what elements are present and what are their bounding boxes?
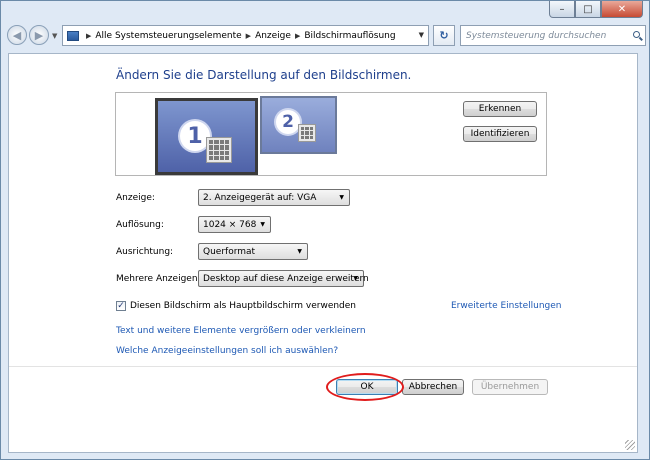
display-grid-icon (206, 137, 232, 163)
breadcrumb-separator-icon[interactable]: ▶ (295, 32, 300, 40)
resolution-label: Auflösung: (116, 220, 164, 230)
orientation-select-value: Querformat (203, 246, 256, 257)
caption-buttons: – □ ✕ (549, 1, 643, 19)
back-arrow-icon[interactable]: ◀ (7, 25, 27, 45)
primary-display-checkbox[interactable]: ✓ (116, 301, 126, 311)
monitor-number-badge: 2 (276, 110, 300, 134)
primary-display-option[interactable]: ✓ Diesen Bildschirm als Hauptbildschirm … (116, 301, 356, 311)
monitor-2[interactable]: 2 (260, 96, 337, 154)
chevron-down-icon: ▼ (260, 221, 265, 228)
main-panel: Ändern Sie die Darstellung auf den Bilds… (8, 53, 638, 453)
display-select[interactable]: 2. Anzeigegerät auf: VGA ▼ (198, 189, 350, 206)
minimize-button[interactable]: – (549, 1, 575, 18)
cancel-button[interactable]: Abbrechen (402, 379, 464, 395)
forward-arrow-icon[interactable]: ▶ (29, 25, 49, 45)
resolution-select[interactable]: 1024 × 768 ▼ (198, 216, 271, 233)
resize-grip[interactable] (625, 440, 635, 450)
detect-button[interactable]: Erkennen (463, 101, 537, 117)
breadcrumb-item[interactable]: Anzeige (255, 31, 291, 41)
navigation-bar: ◀ ▶ ▼ ▶ Alle Systemsteuerungselemente ▶ … (7, 23, 646, 49)
recent-pages-dropdown-icon[interactable]: ▼ (52, 32, 57, 40)
chevron-down-icon: ▼ (353, 275, 358, 282)
address-dropdown-icon[interactable]: ▼ (419, 31, 424, 39)
resolution-select-value: 1024 × 768 (203, 219, 257, 230)
address-bar[interactable]: ▶ Alle Systemsteuerungselemente ▶ Anzeig… (62, 25, 429, 46)
close-button[interactable]: ✕ (601, 1, 643, 18)
primary-display-checkbox-label[interactable]: Diesen Bildschirm als Hauptbildschirm ve… (130, 301, 356, 311)
text-size-link[interactable]: Text und weitere Elemente vergrößern ode… (116, 326, 366, 336)
multiple-displays-label: Mehrere Anzeigen: (116, 274, 201, 284)
control-panel-window: – □ ✕ ◀ ▶ ▼ ▶ Alle Systemsteuerungseleme… (0, 0, 650, 460)
maximize-button[interactable]: □ (575, 1, 601, 18)
breadcrumb-separator-icon[interactable]: ▶ (86, 32, 91, 40)
refresh-icon[interactable]: ↻ (433, 25, 455, 46)
divider (9, 366, 637, 367)
chevron-down-icon: ▼ (339, 194, 344, 201)
highlight-circle (326, 373, 404, 401)
display-settings-help-link[interactable]: Welche Anzeigeeinstellungen soll ich aus… (116, 346, 338, 356)
multiple-displays-select-value: Desktop auf diese Anzeige erweitern (203, 273, 369, 284)
multiple-displays-select[interactable]: Desktop auf diese Anzeige erweitern ▼ (198, 270, 369, 287)
advanced-settings-link[interactable]: Erweiterte Einstellungen (451, 301, 562, 311)
orientation-label: Ausrichtung: (116, 247, 174, 257)
display-label: Anzeige: (116, 193, 155, 203)
breadcrumb-separator-icon[interactable]: ▶ (246, 32, 251, 40)
display-select-value: 2. Anzeigegerät auf: VGA (203, 192, 317, 203)
search-icon[interactable] (633, 31, 640, 38)
page-title: Ändern Sie die Darstellung auf den Bilds… (116, 68, 412, 82)
display-grid-icon (298, 124, 316, 142)
search-input[interactable]: Systemsteuerung durchsuchen (460, 25, 646, 46)
search-placeholder: Systemsteuerung durchsuchen (466, 30, 607, 41)
chevron-down-icon: ▼ (297, 248, 302, 255)
breadcrumb-item[interactable]: Alle Systemsteuerungselemente (95, 31, 241, 41)
control-panel-icon (67, 30, 79, 41)
apply-button: Übernehmen (472, 379, 548, 395)
monitor-preview-area: 1 2 Erkennen Identifizieren (115, 92, 547, 176)
monitor-1[interactable]: 1 (155, 98, 258, 175)
orientation-select[interactable]: Querformat ▼ (198, 243, 308, 260)
identify-button[interactable]: Identifizieren (463, 126, 537, 142)
breadcrumb-item[interactable]: Bildschirmauflösung (304, 31, 395, 41)
